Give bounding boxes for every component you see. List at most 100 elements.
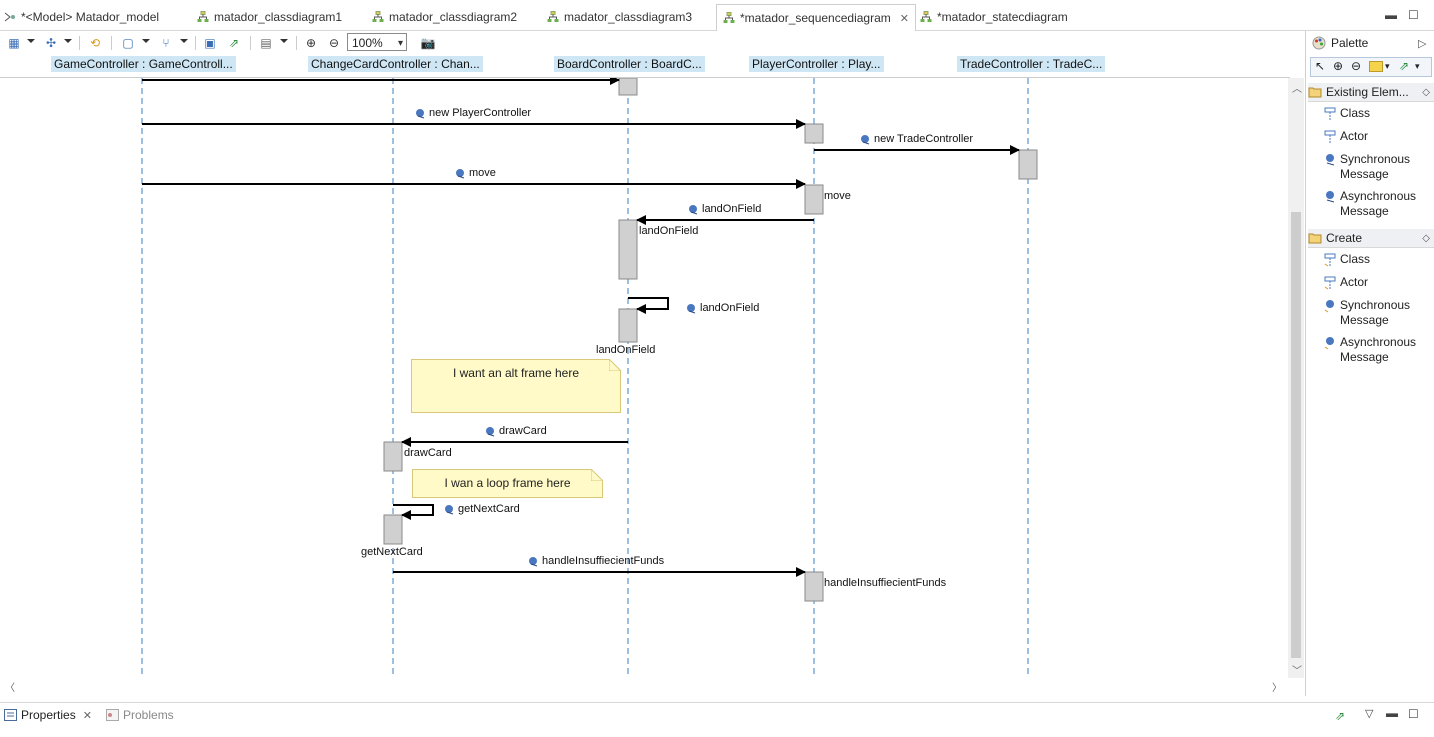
message-text: new TradeController (874, 133, 974, 145)
close-icon[interactable]: ✕ (83, 709, 92, 722)
maximize-icon[interactable]: ☐ (1408, 707, 1419, 721)
message-label[interactable]: new TradeController (860, 133, 973, 145)
export-icon[interactable]: ⇗ (226, 35, 242, 51)
refresh-icon[interactable]: ⟲ (87, 35, 103, 51)
pointer-icon[interactable]: ↖ (1315, 59, 1325, 73)
chevron-right-icon[interactable]: ▷ (1418, 37, 1426, 50)
activation-bar[interactable] (1018, 149, 1038, 180)
palette-item-class[interactable]: Class (1324, 106, 1370, 121)
chevron-up-icon[interactable]: ︿ (1292, 80, 1302, 95)
note-tool-icon[interactable] (1369, 61, 1383, 72)
tab-label: *<Model> Matador_model (21, 10, 160, 24)
horizontal-scrollbar[interactable]: 〈 〉 (0, 678, 1288, 694)
tab-classdiagram1[interactable]: matador_classdiagram1 (197, 5, 342, 29)
zoom-out-icon[interactable]: ⊖ (1351, 59, 1361, 73)
message-label[interactable]: landOnField (688, 203, 761, 215)
chevron-down-icon[interactable] (180, 39, 188, 43)
zoom-in-icon[interactable]: ⊕ (1333, 59, 1343, 73)
note-loop-frame[interactable]: I wan a loop frame here (412, 467, 605, 498)
palette-item-asynchronous-message[interactable]: Asynchronous Message (1324, 189, 1424, 219)
chevron-down-icon[interactable]: ▾ (398, 35, 403, 53)
connection-tool-icon[interactable]: ⇗ (1399, 59, 1409, 73)
chevron-left-icon[interactable]: 〈 (5, 679, 15, 694)
chevron-down-icon[interactable] (280, 39, 288, 43)
folder-icon (1308, 233, 1322, 244)
collapse-icon[interactable]: ◇ (1422, 87, 1430, 98)
tab-problems[interactable]: Problems (106, 708, 174, 722)
lifeline-playercontroller[interactable]: PlayerController : Play... (749, 56, 884, 72)
diagram-icon (547, 11, 559, 22)
chevron-down-icon[interactable]: ▾ (1385, 61, 1390, 72)
lifeline-gamecontroller[interactable]: GameController : GameControll... (51, 56, 236, 72)
note-alt-frame[interactable]: I want an alt frame here (411, 357, 623, 413)
tab-model[interactable]: *<Model> Matador_model (4, 5, 159, 29)
palette-item-actor[interactable]: Actor (1324, 129, 1368, 144)
palette-item-synchronous-message[interactable]: Synchronous Message (1324, 152, 1424, 182)
drawer-label: Create (1326, 231, 1363, 245)
zoom-combo[interactable]: 100% ▾ (347, 33, 407, 51)
minimize-icon[interactable]: ▬ (1386, 706, 1398, 720)
chevron-down-icon[interactable]: ﹀ (1292, 662, 1302, 677)
scroll-thumb[interactable] (1291, 212, 1301, 658)
palette-item-synchronous-message[interactable]: Synchronous Message (1324, 298, 1424, 328)
activation-bar[interactable] (618, 308, 638, 343)
collapse-icon[interactable]: ◇ (1422, 233, 1430, 244)
message-label[interactable]: landOnField (686, 302, 759, 314)
chevron-down-icon[interactable]: ▾ (1415, 61, 1420, 72)
message-label[interactable]: drawCard (485, 425, 547, 437)
tab-statediagram[interactable]: *matador_statecdiagram (920, 5, 1068, 29)
activation-bar[interactable] (383, 441, 403, 472)
palette-item-actor[interactable]: Actor (1324, 275, 1368, 290)
toolbar-separator (111, 36, 112, 50)
zoom-in-icon[interactable]: ⊕ (303, 35, 319, 51)
maximize-icon[interactable]: ☐ (1408, 8, 1419, 22)
activation-bar[interactable] (618, 219, 638, 280)
select-all-icon[interactable]: ▦ (6, 35, 22, 51)
palette-drawer-existing[interactable]: Existing Elem... ◇ (1308, 83, 1434, 102)
note-fold-corner (608, 357, 623, 372)
tab-classdiagram3[interactable]: madator_classdiagram3 (547, 5, 692, 29)
tab-properties[interactable]: Properties ✕ (4, 708, 92, 722)
chevron-right-icon[interactable]: 〉 (1272, 679, 1282, 694)
minimize-icon[interactable]: ▬ (1385, 8, 1397, 22)
camera-icon[interactable]: 📷 (420, 35, 436, 51)
palette-item-asynchronous-message[interactable]: Asynchronous Message (1324, 335, 1424, 365)
chevron-down-icon[interactable] (64, 39, 72, 43)
tab-sequencediagram[interactable]: *matador_sequencediagram ✕ (716, 4, 916, 31)
message-icon (687, 303, 696, 313)
view-menu-icon[interactable]: ▽ (1365, 707, 1373, 720)
activation-label: getNextCard (361, 546, 423, 558)
zoom-out-icon[interactable]: ⊖ (326, 35, 342, 51)
activation-bar[interactable] (804, 571, 824, 602)
new-view-icon[interactable]: ⇗ (1335, 709, 1345, 723)
connector-icon[interactable]: ⑂ (158, 35, 174, 51)
fit-icon[interactable]: ▣ (202, 35, 218, 51)
tab-classdiagram2[interactable]: matador_classdiagram2 (372, 5, 517, 29)
palette-item-class[interactable]: Class (1324, 252, 1370, 267)
lifeline-tradecontroller[interactable]: TradeController : TradeC... (957, 56, 1106, 72)
activation-bar[interactable] (383, 514, 403, 545)
activation-bar[interactable] (618, 78, 638, 96)
close-icon[interactable]: ✕ (900, 12, 909, 25)
toolbar-separator (195, 36, 196, 50)
activation-bar[interactable] (804, 184, 824, 215)
activation-bar[interactable] (804, 123, 824, 144)
diagram-canvas[interactable]: new PlayerController new TradeController… (0, 78, 1288, 678)
shape-icon[interactable]: ▢ (120, 35, 136, 51)
message-label[interactable]: getNextCard (444, 503, 520, 515)
chevron-down-icon[interactable] (27, 39, 35, 43)
tab-label: madator_classdiagram3 (564, 10, 693, 24)
arrange-icon[interactable]: ✣ (43, 35, 59, 51)
folder-icon (1308, 87, 1322, 98)
message-label[interactable]: move (455, 167, 496, 179)
vertical-scrollbar[interactable]: ︿ ﹀ (1288, 78, 1304, 678)
palette-drawer-create[interactable]: Create ◇ (1308, 229, 1434, 248)
message-label[interactable]: new PlayerController (415, 107, 531, 119)
chevron-down-icon[interactable] (142, 39, 150, 43)
message-arrow-getnextcard-self[interactable] (393, 504, 434, 520)
clipboard-icon[interactable]: ▤ (258, 35, 274, 51)
lifeline-changecardcontroller[interactable]: ChangeCardController : Chan... (308, 56, 483, 72)
message-arrow-landonfield-self[interactable] (628, 297, 669, 314)
lifeline-boardcontroller[interactable]: BoardController : BoardC... (554, 56, 705, 72)
message-label[interactable]: handleInsuffiecientFunds (528, 555, 664, 567)
